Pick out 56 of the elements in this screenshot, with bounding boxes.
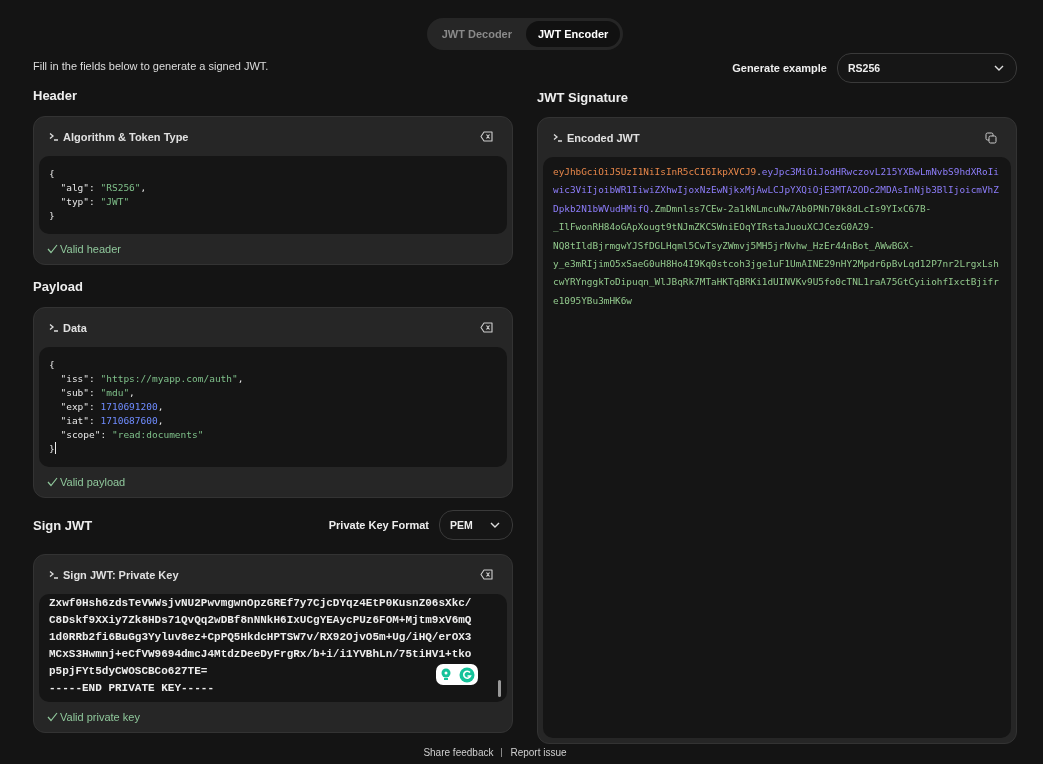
- example-select[interactable]: RS256: [837, 53, 1017, 83]
- validation-status: Valid private key: [60, 711, 140, 723]
- assistant-badge[interactable]: [436, 664, 478, 685]
- code-line: "iat": 1710687600,: [59, 414, 165, 428]
- card-title: Encoded JWT: [567, 131, 640, 144]
- card-title: Data: [63, 321, 87, 334]
- copy-button[interactable]: [985, 131, 997, 144]
- clear-button[interactable]: [480, 569, 493, 580]
- report-link[interactable]: Report issue: [510, 746, 567, 758]
- validation-status: Valid header: [60, 243, 121, 255]
- mode-tab[interactable]: JWT Encoder: [526, 21, 621, 47]
- code-line: C8Dskf9XXiy7Zk8HDs71QvQq2wDBf8nNNkH6IxUCgYEAycPUz6FOM+Mjtm9xV6mQ: [49, 613, 472, 628]
- terminal-icon: [49, 570, 59, 579]
- card-title: Algorithm & Token Type: [63, 130, 189, 143]
- check-icon: [47, 477, 58, 487]
- code-line: "exp": 1710691200,: [59, 400, 165, 414]
- code-line: }: [49, 442, 57, 456]
- example-label: Generate example: [732, 62, 827, 74]
- clear-button[interactable]: [480, 322, 493, 333]
- terminal-icon: [49, 132, 59, 141]
- code-line: Zxwf0Hsh6zdsTeVWWsjvNU2PwvmgwnOpzGREf7y7CjcDYqz4EtP0KusnZ06sXkc/: [49, 596, 472, 611]
- check-icon: [47, 712, 58, 722]
- encoded-token: eyJhbGciOiJSUzI1NiIsInR5cCI6IkpXVCJ9.eyJpc3MiOiJodHRwczovL215YXBwLmNvbS9hdXRoIiwic3ViIjoibWR1IiwiZXhwIjoxNzEwNjkxMjAwLCJpYXQiOjE3MTA2ODc2MDAsInNjb3BlIjoicmVhZDpkb2N1bWVudHMifQ.ZmDmnlss7CEw-2a1kNLmcuNw7Ab0PNh70k8dLcIs9YIxC67B-_IlFwonRH84oGApXougt9tNJmZKCSWniEOqYIRstaJuouXCJCezG0A29-NQ8tIldBjrmgwYJSfDGLHqml5CwTsyZWmvj5MH5jrNvhw_HzEr44nBot_AWwBGX-y_e3mRIjimO5xSaeG0uH8Ho4I9Kq0stcoh3jge1uF1UmAINE29nHY2Mpdr6pBvLqd12P7nr2LrgxLshcwYRYnggkToDipuqn_WlJBqRk7MTaHKTqBRKi1dUINVKv9U5fo0cTNL1raA75GtCyiiohfIxctBjifre1095YBu3mHK6w: [553, 165, 1000, 308]
- section-heading: JWT Signature: [537, 90, 629, 105]
- terminal-icon: [49, 323, 59, 332]
- intro-text: Fill in the fields below to generate a signed JWT.: [33, 59, 270, 74]
- code-line: "iss": "https://myapp.com/auth",: [59, 372, 245, 386]
- card-title: Sign JWT: Private Key: [63, 568, 179, 581]
- validation-status: Valid payload: [60, 476, 126, 488]
- code-line: {: [49, 358, 56, 372]
- section-heading: Header: [33, 88, 79, 103]
- key-editor[interactable]: [39, 594, 507, 702]
- code-line: }: [49, 209, 56, 223]
- code-line: "typ": "JWT": [59, 195, 131, 209]
- check-icon: [47, 244, 58, 254]
- terminal-icon: [553, 133, 563, 142]
- chevron-down-icon: [490, 522, 500, 528]
- format-label: Private Key Format: [328, 519, 429, 531]
- code-line: MCxS3Hwmnj+eCfVW9694dmcJ4MtdzDeeDyFrgRx/b+i/i1YVBhLn/75tiHV1+tko: [49, 647, 472, 662]
- code-line: "alg": "RS256",: [59, 181, 148, 195]
- format-select[interactable]: PEM: [439, 510, 513, 540]
- code-line: -----END PRIVATE KEY-----: [49, 681, 215, 696]
- code-line: 1d0RRb2fi6BuGg3Yyluv8ez+CpPQ5HkdcHPTSW7v/RX92OjvO5m+Ug/iHQ/erOX3: [49, 630, 472, 645]
- code-editor[interactable]: { "alg": "RS256", "typ": "JWT" }: [39, 156, 507, 234]
- chevron-down-icon: [994, 65, 1004, 71]
- clear-button[interactable]: [480, 131, 493, 142]
- scrollbar[interactable]: [498, 680, 501, 697]
- code-line: p5pjFYt5dyCWOSCBCo627TE=: [49, 664, 208, 679]
- code-line: "sub": "mdu",: [59, 386, 136, 400]
- section-heading: Payload: [33, 279, 84, 294]
- section-heading: Sign JWT: [33, 517, 93, 533]
- code-line: {: [49, 167, 56, 181]
- feedback-link[interactable]: Share feedback: [423, 746, 494, 758]
- code-line: "scope": "read:documents": [59, 428, 205, 442]
- mode-tab[interactable]: JWT Decoder: [429, 21, 524, 47]
- code-editor[interactable]: { "iss": "https://myapp.com/auth", "sub": "mdu", "exp": 1710691200, "iat": 1710687600, "scope": "read:documents" }: [39, 347, 507, 467]
